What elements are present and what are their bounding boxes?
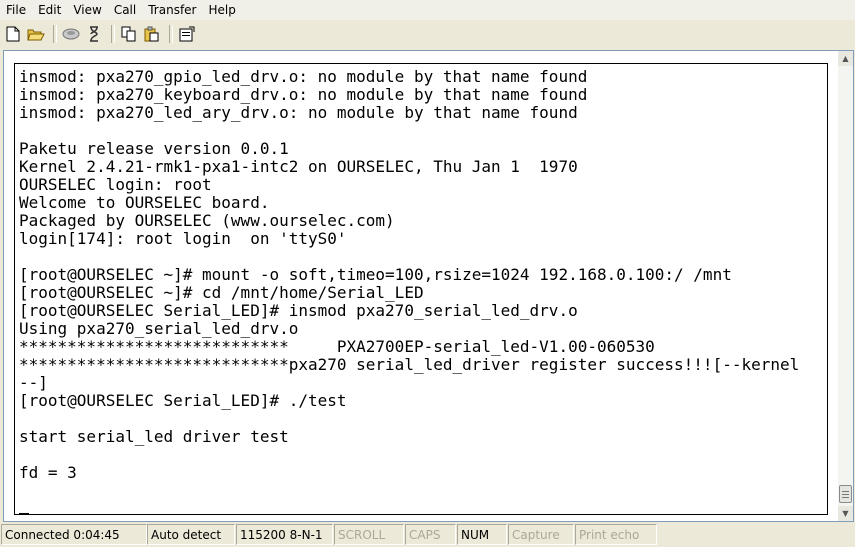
- toolbar-separator: [111, 25, 115, 43]
- menu-transfer[interactable]: Transfer: [142, 0, 202, 20]
- terminal-line: insmod: pxa270_led_ary_drv.o: no module …: [19, 103, 578, 122]
- paste-icon[interactable]: [142, 24, 162, 44]
- status-connected: Connected 0:04:45: [1, 524, 147, 545]
- terminal-line: --]: [19, 373, 48, 392]
- terminal-line: insmod: pxa270_gpio_led_drv.o: no module…: [19, 67, 588, 86]
- properties-connect-icon[interactable]: [84, 24, 104, 44]
- vertical-scrollbar[interactable]: ▲ ▼: [838, 51, 853, 521]
- terminal-line: [root@OURSELEC ~]# cd /mnt/home/Serial_L…: [19, 283, 424, 302]
- terminal-frame: insmod: pxa270_gpio_led_drv.o: no module…: [3, 50, 854, 522]
- scroll-up-icon[interactable]: ▲: [838, 51, 853, 66]
- terminal-cursor-line: [19, 500, 827, 514]
- terminal-line: **************************** PXA2700EP-s…: [19, 337, 655, 356]
- terminal-line: Packaged by OURSELEC (www.ourselec.com): [19, 211, 395, 230]
- menu-file[interactable]: File: [0, 0, 32, 20]
- copy-icon[interactable]: [119, 24, 139, 44]
- terminal-output[interactable]: insmod: pxa270_gpio_led_drv.o: no module…: [19, 68, 827, 514]
- scroll-down-icon[interactable]: ▼: [838, 506, 853, 521]
- terminal-line: Paketu release version 0.0.1: [19, 139, 289, 158]
- status-print-echo: Print echo: [575, 524, 657, 545]
- terminal-line: [root@OURSELEC ~]# mount -o soft,timeo=1…: [19, 265, 732, 284]
- terminal-line: ****************************pxa270 seria…: [19, 355, 800, 374]
- status-bar: Connected 0:04:45 Auto detect 115200 8-N…: [0, 522, 855, 547]
- menu-bar: File Edit View Call Transfer Help: [0, 0, 855, 20]
- text-cursor: [19, 513, 29, 514]
- terminal-border: insmod: pxa270_gpio_led_drv.o: no module…: [14, 63, 828, 515]
- status-detect: Auto detect: [147, 524, 235, 545]
- status-num: NUM: [457, 524, 507, 545]
- menu-edit[interactable]: Edit: [32, 0, 67, 20]
- terminal-line: insmod: pxa270_keyboard_drv.o: no module…: [19, 85, 588, 104]
- terminal-line: Kernel 2.4.21-rmk1-pxa1-intc2 on OURSELE…: [19, 157, 578, 176]
- scroll-thumb[interactable]: [839, 485, 852, 503]
- terminal-line: Using pxa270_serial_led_drv.o: [19, 319, 299, 338]
- menu-help[interactable]: Help: [203, 0, 242, 20]
- status-scroll: SCROLL: [334, 524, 404, 545]
- terminal-line: fd = 3: [19, 463, 77, 482]
- menu-call[interactable]: Call: [108, 0, 142, 20]
- toolbar-separator: [53, 25, 57, 43]
- open-icon[interactable]: [26, 24, 46, 44]
- menu-view[interactable]: View: [67, 0, 107, 20]
- toolbar-separator: [169, 25, 173, 43]
- terminal-line: Welcome to OURSELEC board.: [19, 193, 270, 212]
- status-port: 115200 8-N-1: [236, 524, 333, 545]
- properties-icon[interactable]: [177, 24, 197, 44]
- toolbar: [0, 21, 855, 47]
- terminal-line: [root@OURSELEC Serial_LED]# insmod pxa27…: [19, 301, 578, 320]
- terminal-line: start serial_led driver test: [19, 427, 289, 446]
- terminal-line: [root@OURSELEC Serial_LED]# ./test: [19, 391, 347, 410]
- terminal-line: login[174]: root login on 'ttyS0': [19, 229, 347, 248]
- new-icon[interactable]: [3, 24, 23, 44]
- status-capture: Capture: [508, 524, 574, 545]
- terminal-line: OURSELEC login: root: [19, 175, 212, 194]
- disconnect-icon[interactable]: [61, 24, 81, 44]
- status-caps: CAPS: [405, 524, 456, 545]
